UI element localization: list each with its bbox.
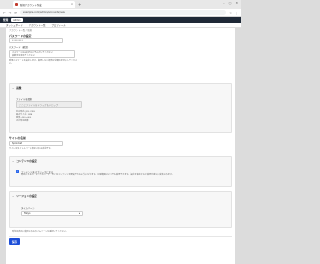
timezone-select[interactable]: Tokyo ▾ xyxy=(21,211,83,216)
divider xyxy=(9,236,232,237)
browser-menu-icon[interactable]: ⋮ xyxy=(235,11,238,15)
tab-title: 新規アカウント作成 xyxy=(20,3,42,7)
region-note: 時刻の表示に使用されるタイムゾーンを選択してください。 xyxy=(12,231,68,233)
chevron-down-icon: ▾ xyxy=(78,212,80,215)
password-note: 新規パスワードを設定します。変更しない場合は空欄のままにしてください。 xyxy=(9,60,78,65)
timezone-label: タイムゾーン xyxy=(21,207,35,210)
file-info-line: 正方形の画像 xyxy=(16,120,29,122)
browser-tab-strip: 新規アカウント作成 × + – ▢ ✕ xyxy=(0,0,241,9)
public-checkbox-description: 有効にすると、すべてのユーザーがこのコンテンツを閲覧できるようになります。公開範… xyxy=(21,174,174,176)
site-name-note: サイトのタイトルバーに表示される名前です。 xyxy=(9,148,53,150)
region-panel xyxy=(9,191,232,228)
public-checkbox[interactable]: ✓ xyxy=(16,170,19,173)
settings-page: アカウント一覧 / 新規 パスワードの設定 •••••••• パスワード（確認）… xyxy=(6,28,235,264)
subnav-link-profile[interactable]: プロフィール xyxy=(51,23,65,27)
favicon-icon xyxy=(15,3,18,6)
image-panel-header[interactable]: ⌄ 画像 xyxy=(12,86,22,91)
header-chip[interactable]: Admin xyxy=(11,18,23,22)
address-bar: ← → ⟳ example.com/admin/accounts/new ☆ ⋮ xyxy=(0,9,241,17)
app-name: 管理 xyxy=(3,19,9,22)
tab-close-icon[interactable]: × xyxy=(71,3,73,6)
timezone-select-value: Tokyo xyxy=(24,212,31,215)
minimize-icon[interactable]: – xyxy=(223,1,225,5)
content-panel-title: コンテンツの設定 xyxy=(16,160,37,163)
url-text: example.com/admin/accounts/new xyxy=(23,11,65,14)
save-button[interactable]: 保存 xyxy=(9,238,20,245)
chevron-down-icon: ⌄ xyxy=(12,86,15,90)
file-info: 対応形式: JPG, PNG 最大サイズ: 2MB 推奨: 400×400 正方… xyxy=(16,111,35,123)
site-name-input[interactable]: Sprocket xyxy=(9,141,63,146)
content-panel-header[interactable]: ⌄ コンテンツの設定 xyxy=(12,159,37,164)
image-panel-title: 画像 xyxy=(16,87,22,90)
file-drop-zone[interactable]: ここにファイルをドラッグ＆ドロップ xyxy=(16,101,82,108)
bookmark-icon[interactable]: ☆ xyxy=(229,11,232,15)
chevron-down-icon: ⌄ xyxy=(12,159,15,163)
region-panel-header[interactable]: ⌄ リージョンの設定 xyxy=(12,194,37,199)
password-hint-line: 英数字を含めてください xyxy=(12,55,35,57)
password-hint-box: パスワードは8文字以上で入力してください 英数字を含めてください xyxy=(9,50,75,58)
window-controls: – ▢ ✕ xyxy=(223,1,238,5)
url-field[interactable]: example.com/admin/accounts/new xyxy=(20,10,227,15)
browser-tab[interactable]: 新規アカウント作成 × xyxy=(13,1,75,8)
back-icon[interactable]: ← xyxy=(3,11,6,15)
maximize-icon[interactable]: ▢ xyxy=(229,1,232,5)
new-tab-button[interactable]: + xyxy=(78,2,81,7)
image-panel xyxy=(9,83,232,133)
subnav-link-accounts[interactable]: アカウント一覧 xyxy=(29,23,46,27)
breadcrumb: アカウント一覧 / 新規 xyxy=(9,29,32,32)
region-panel-title: リージョンの設定 xyxy=(16,195,37,198)
reload-icon[interactable]: ⟳ xyxy=(14,11,17,15)
chevron-down-icon: ⌄ xyxy=(12,194,15,198)
close-window-icon[interactable]: ✕ xyxy=(235,1,238,5)
subnav-link-dashboard[interactable]: ダッシュボード xyxy=(6,23,23,27)
site-name-section-title: サイトの名前 xyxy=(9,136,26,140)
forward-icon[interactable]: → xyxy=(9,11,12,15)
password-confirm-label: パスワード（確認） xyxy=(9,46,30,49)
password-input[interactable]: •••••••• xyxy=(9,38,63,43)
